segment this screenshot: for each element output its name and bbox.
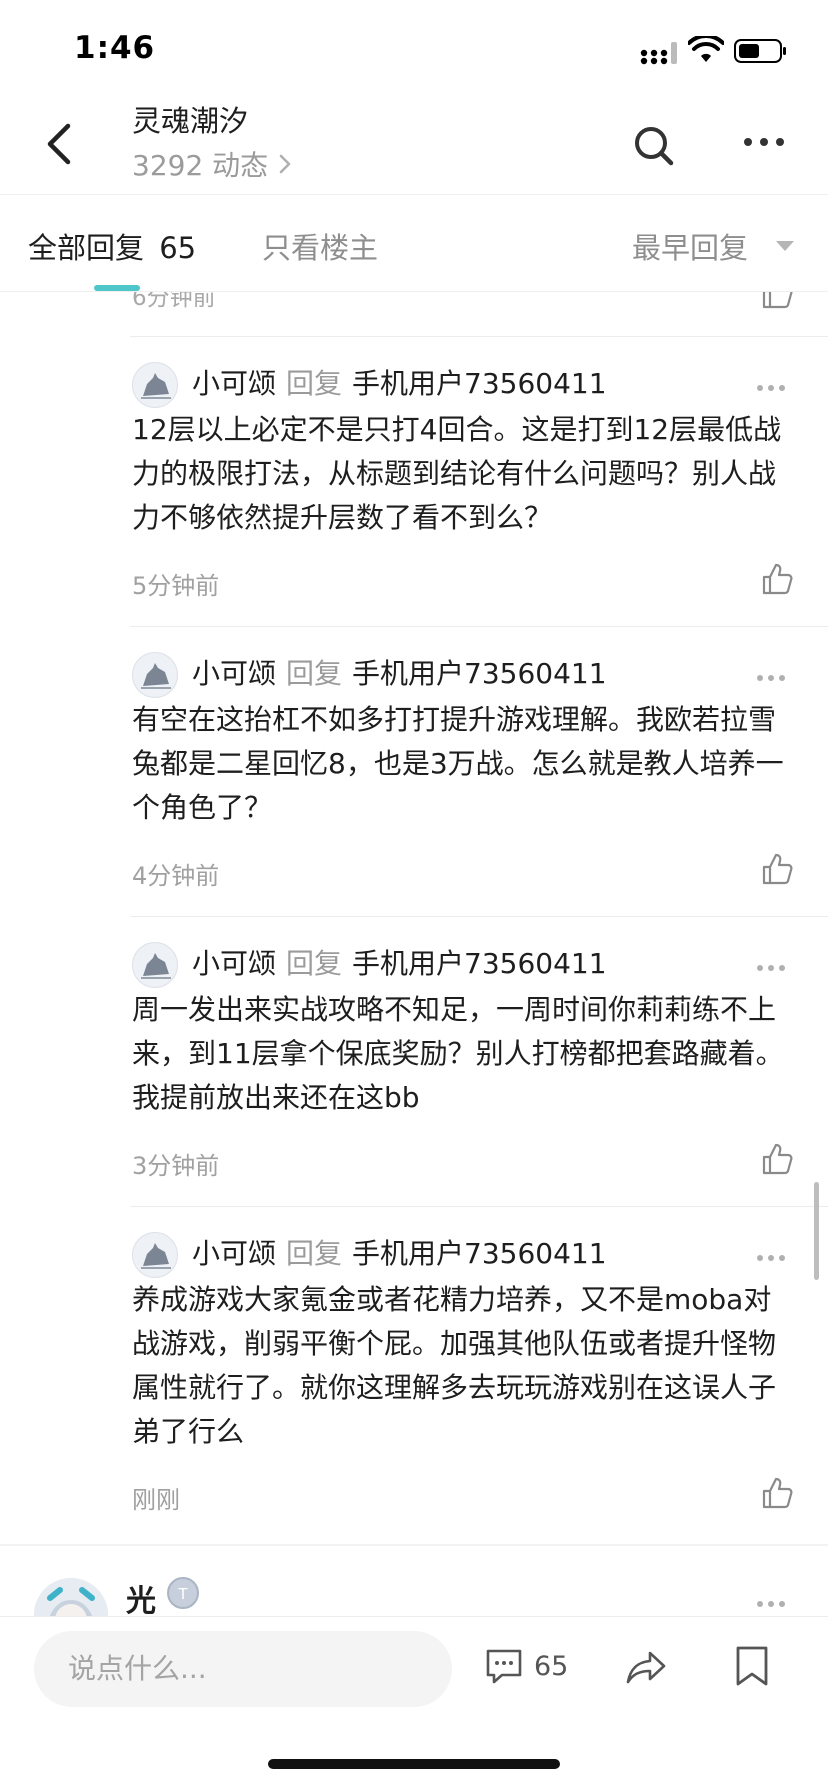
dynamics-link[interactable]: 3292 动态: [132, 144, 296, 184]
reply-username[interactable]: 小可颂: [192, 362, 276, 402]
reply-text: 有空在这抬杠不如多打打提升游戏理解。我欧若拉雪兔都是二星回忆8，也是3万战。怎么…: [132, 703, 784, 824]
comment-username[interactable]: 光: [126, 1576, 156, 1616]
reply-timestamp: 3分钟前: [132, 1152, 220, 1180]
reply-text: 养成游戏大家氪金或者花精力培养，又不是moba对战游戏，削弱平衡个屁。加强其他队…: [132, 1283, 777, 1448]
avatar[interactable]: [132, 1232, 178, 1278]
tab-all-count: 65: [159, 231, 197, 265]
thumbs-up-icon[interactable]: [760, 562, 794, 596]
reply-item: 小可颂 回复 手机用户73560411 有空在这抬杠不如多打打提升游戏理解。我欧…: [0, 626, 828, 916]
more-icon[interactable]: [756, 1600, 786, 1608]
comments-button[interactable]: 65: [484, 1647, 568, 1685]
thumbs-up-icon[interactable]: [760, 852, 794, 886]
reply-tabs: 全部回复 65 只看楼主 最早回复: [0, 194, 828, 292]
reply-timestamp: 刚刚: [132, 1486, 180, 1514]
reply-target-user[interactable]: 手机用户73560411: [352, 1232, 607, 1272]
reply-text: 12层以上必定不是只打4回合。这是打到12层最低战力的极限打法，从标题到结论有什…: [132, 413, 782, 534]
comment-icon: [486, 1649, 522, 1684]
avatar[interactable]: [132, 362, 178, 408]
reply-item: 小可颂 回复 手机用户73560411 周一发出来实战攻略不知足，一周时间你莉莉…: [0, 916, 828, 1206]
thumbs-up-icon[interactable]: [760, 292, 794, 310]
scrollbar[interactable]: [814, 1182, 819, 1280]
reply-timestamp: 5分钟前: [132, 572, 220, 600]
tab-all-label: 全部回复: [28, 231, 145, 265]
reply-verb: 回复: [286, 657, 343, 690]
wifi-icon: [688, 36, 724, 62]
status-bar: 1:46: [0, 0, 828, 96]
reply-username[interactable]: 小可颂: [192, 1232, 276, 1272]
more-icon[interactable]: [756, 964, 786, 972]
avatar[interactable]: [132, 942, 178, 988]
more-icon[interactable]: [756, 674, 786, 682]
bottom-action-bar: 说点什么... 65: [0, 1616, 828, 1792]
reply-header: 小可颂 回复 手机用户73560411: [192, 1232, 607, 1272]
reply-header: 小可颂 回复 手机用户73560411: [192, 362, 607, 402]
svg-text:T: T: [178, 1586, 188, 1603]
more-icon[interactable]: [756, 384, 786, 392]
tab-active-indicator: [94, 285, 140, 291]
section-divider: [0, 1544, 828, 1546]
reply-target-user[interactable]: 手机用户73560411: [352, 942, 607, 982]
signal-icon: [640, 42, 677, 65]
home-indicator: [268, 1759, 560, 1769]
reply-item: 小可颂 回复 手机用户73560411 12层以上必定不是只打4回合。这是打到1…: [0, 336, 828, 626]
reply-header: 小可颂 回复 手机用户73560411: [192, 652, 607, 692]
reply-text: 周一发出来实战攻略不知足，一周时间你莉莉练不上来，到11层拿个保底奖励？别人打榜…: [132, 993, 784, 1114]
reply-feed[interactable]: 6分钟前 小可颂 回复 手机用户73560411 12层以上必定不是只打4回合。…: [0, 292, 828, 1616]
avatar-image: [141, 373, 171, 399]
more-icon[interactable]: [756, 1254, 786, 1262]
avatar[interactable]: [34, 1578, 108, 1616]
dynamics-count: 3292 动态: [132, 149, 269, 182]
reply-verb: 回复: [286, 1237, 343, 1270]
back-icon[interactable]: [38, 118, 84, 170]
comment-count: 65: [534, 1650, 569, 1682]
reply-target-user[interactable]: 手机用户73560411: [352, 652, 607, 692]
thumbs-up-icon[interactable]: [760, 1142, 794, 1176]
sort-dropdown[interactable]: 最早回复: [632, 225, 796, 267]
share-icon[interactable]: [624, 1647, 668, 1687]
search-icon[interactable]: [632, 124, 676, 168]
timestamp: 6分钟前: [132, 292, 216, 311]
avatar-image: [141, 1243, 171, 1269]
level-badge-icon: T: [167, 1577, 199, 1609]
avatar-image: [34, 1578, 108, 1616]
avatar-image: [141, 663, 171, 689]
reply-username[interactable]: 小可颂: [192, 942, 276, 982]
tab-op-only[interactable]: 只看楼主: [262, 225, 378, 267]
avatar-image: [141, 953, 171, 979]
chevron-right-icon: [279, 154, 291, 174]
more-icon[interactable]: [742, 132, 786, 152]
tab-all-replies[interactable]: 全部回复 65: [28, 225, 196, 267]
avatar[interactable]: [132, 652, 178, 698]
reply-username[interactable]: 小可颂: [192, 652, 276, 692]
reply-header: 小可颂 回复 手机用户73560411: [192, 942, 607, 982]
bookmark-icon[interactable]: [734, 1645, 770, 1687]
comment-input[interactable]: 说点什么...: [34, 1631, 452, 1707]
thumbs-up-icon[interactable]: [760, 1476, 794, 1510]
header: 灵魂潮汐 3292 动态: [0, 96, 828, 194]
reply-item: 小可颂 回复 手机用户73560411 养成游戏大家氪金或者花精力培养，又不是m…: [0, 1206, 828, 1540]
reply-verb: 回复: [286, 367, 343, 400]
reply-timestamp: 4分钟前: [132, 862, 220, 890]
sort-label: 最早回复: [632, 231, 749, 265]
battery-icon: [734, 39, 786, 63]
page-title: 灵魂潮汐: [132, 104, 249, 138]
reply-target-user[interactable]: 手机用户73560411: [352, 362, 607, 402]
caret-down-icon: [776, 241, 795, 251]
status-time: 1:46: [74, 30, 156, 66]
reply-verb: 回复: [286, 947, 343, 980]
